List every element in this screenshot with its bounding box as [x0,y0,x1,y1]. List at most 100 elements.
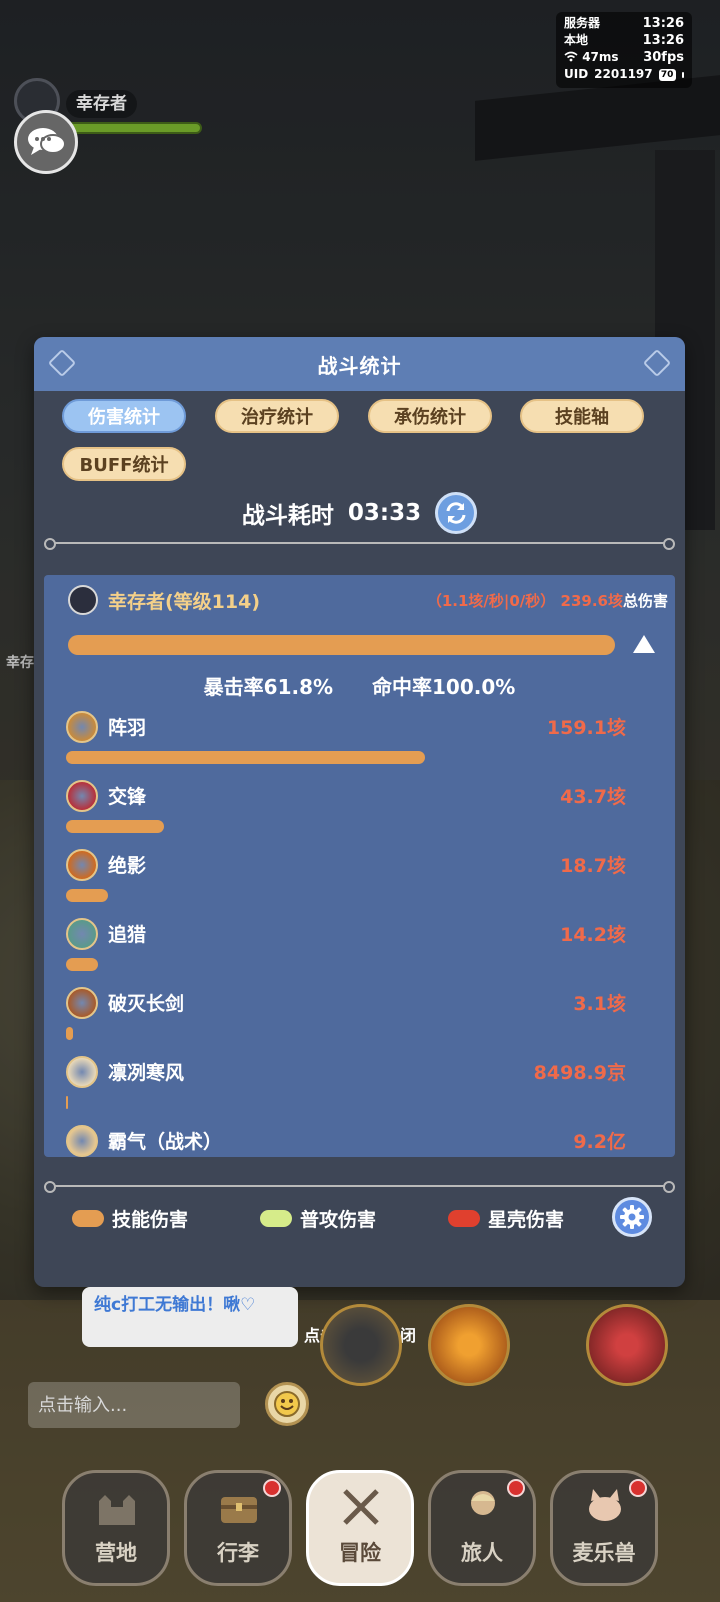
side-player-tag: 幸存 [6,655,34,671]
tab-skill-timeline[interactable]: 技能轴 [520,399,644,433]
skill-name: 凛冽寒风 [108,1062,185,1084]
nav-luggage[interactable]: 行李 [184,1470,292,1586]
tab-buff[interactable]: BUFF统计 [62,447,186,481]
nav-label: 旅人 [461,1541,503,1565]
skill-icon [66,1125,98,1157]
battery-icon: 70 [658,68,676,81]
notification-dot [507,1479,525,1497]
skill-icon [66,918,98,950]
settings-button[interactable] [612,1197,652,1237]
legend-label: 技能伤害 [112,1209,189,1231]
chest-icon [221,1497,257,1523]
nav-label: 麦乐兽 [572,1541,636,1565]
duration-value: 03:33 [347,500,422,526]
skill-icon [66,849,98,881]
server-time-label: 服务器 [564,16,601,30]
skill-name: 破灭长剑 [108,993,185,1015]
diamond-ornament-icon [642,348,672,378]
skill-row: 凛冽寒风 8498.9京 [66,1056,626,1126]
refresh-icon [446,502,466,524]
skill-name: 阵羽 [108,717,147,739]
refresh-button[interactable] [435,492,478,534]
skill-slot-1[interactable] [320,1304,402,1386]
tab-damage-taken[interactable]: 承伤统计 [368,399,492,433]
skill-damage-bar [66,820,165,833]
nav-adventure[interactable]: 冒险 [306,1470,414,1586]
total-damage-bar [68,635,615,655]
battery-tip [681,71,684,78]
legend-swatch [260,1210,292,1227]
wifi-icon [564,51,578,62]
notification-dot [263,1479,281,1497]
skill-row: 绝影 18.7垓 [66,849,626,919]
skill-damage-value: 43.7垓 [560,786,626,808]
crit-rate: 暴击率61.8% [203,675,334,699]
skill-damage-bar [66,1027,74,1040]
smiley-icon [274,1391,300,1417]
skill-row: 交锋 43.7垓 [66,780,626,850]
nav-camp[interactable]: 营地 [62,1470,170,1586]
character-avatar [68,585,98,615]
damage-rate: （1.1垓/秒|0/秒） [426,591,556,610]
skill-name: 绝影 [108,855,147,877]
skill-damage-bar [66,889,109,902]
skill-damage-bar [66,958,98,971]
total-damage-label: 总伤害 [622,591,668,610]
diamond-ornament-icon [47,348,77,378]
legend-skill-damage: 技能伤害 [72,1205,188,1232]
uid-value: 2201197 [594,67,653,81]
total-damage: 239.6垓 [560,591,623,610]
combat-rates: 暴击率61.8% 命中率100.0% [44,671,675,700]
local-time-label: 本地 [564,33,589,47]
hit-rate: 命中率100.0% [372,675,516,699]
skill-slot-2[interactable] [428,1304,510,1386]
skill-damage-value: 159.1垓 [546,717,626,739]
chat-icon [28,128,66,155]
character-name-level: 幸存者(等级114) [108,590,261,613]
ping-value: 47ms [582,50,619,64]
tab-healing[interactable]: 治疗统计 [215,399,339,433]
gear-icon [620,1205,644,1229]
tab-damage[interactable]: 伤害统计 [62,399,186,433]
skill-name: 追猎 [108,924,147,946]
skill-icon [66,780,98,812]
skill-damage-value: 8498.9京 [533,1062,626,1084]
character-icon [471,1491,495,1515]
local-time: 13:26 [642,33,684,48]
nav-traveler[interactable]: 旅人 [428,1470,536,1586]
skill-slot-3[interactable] [586,1304,668,1386]
skill-row: 追猎 14.2垓 [66,918,626,988]
skill-damage-value: 9.2亿 [573,1131,626,1153]
duration-label: 战斗耗时 [241,503,334,529]
dialog-title: 战斗统计 [317,353,402,378]
notification-dot [629,1479,647,1497]
damage-legend: 技能伤害 普攻伤害 星壳伤害 [34,1197,685,1241]
castle-icon [99,1495,135,1525]
skill-damage-value: 14.2垓 [560,924,626,946]
bottom-nav: 营地 行李 冒险 旅人 麦乐兽 [0,1450,720,1602]
divider-bottom [44,1181,675,1193]
chat-button[interactable] [14,110,78,174]
crossed-swords-icon [343,1489,379,1525]
legend-star-shell: 星壳伤害 [448,1205,564,1232]
emoji-button[interactable] [265,1382,309,1426]
pet-icon [589,1489,621,1521]
skill-icon [66,1056,98,1088]
skill-row: 霸气（战术） 9.2亿 [66,1125,626,1157]
chat-input[interactable] [28,1382,240,1428]
skill-damage-value: 18.7垓 [560,855,626,877]
server-time: 13:26 [642,16,684,31]
legend-swatch [448,1210,480,1227]
legend-label: 星壳伤害 [488,1209,565,1231]
summary-row: 幸存者(等级114) （1.1垓/秒|0/秒） 239.6垓总伤害 [68,585,668,615]
legend-swatch [72,1210,104,1227]
nav-label: 行李 [217,1541,259,1565]
damage-panel[interactable]: 幸存者(等级114) （1.1垓/秒|0/秒） 239.6垓总伤害 暴击率61.… [44,575,675,1157]
legend-label: 普攻伤害 [300,1209,377,1231]
nav-pet[interactable]: 麦乐兽 [550,1470,658,1586]
skill-row: 阵羽 159.1垓 [66,711,626,781]
network-status-panel: 服务器 13:26 本地 13:26 47ms 30fps UID 2201197 … [556,12,692,88]
nav-label: 冒险 [339,1541,381,1565]
skill-row: 破灭长剑 3.1垓 [66,987,626,1057]
collapse-triangle-icon[interactable] [633,635,655,653]
